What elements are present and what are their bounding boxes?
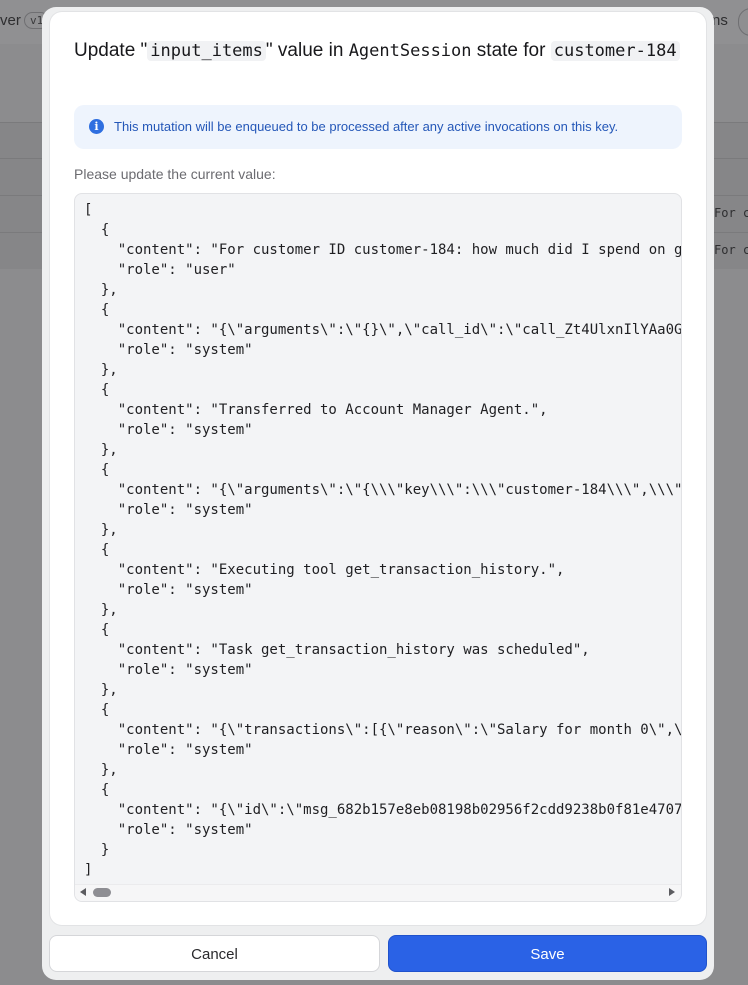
scrollbar-thumb[interactable]	[93, 888, 111, 897]
chevron-left-icon[interactable]	[80, 888, 86, 896]
title-suffix: state for	[476, 40, 546, 61]
info-message: This mutation will be enqueued to be pro…	[114, 119, 619, 134]
background-cell: For c	[714, 206, 748, 220]
background-app-name: ver	[0, 12, 21, 29]
key-name-chip: input_items	[147, 41, 266, 61]
field-label: Please update the current value:	[74, 166, 276, 182]
cancel-button[interactable]: Cancel	[49, 935, 380, 972]
avatar	[738, 8, 748, 36]
background-nav-text: ns	[712, 12, 728, 29]
info-circle-icon: i	[89, 119, 104, 134]
info-callout: i This mutation will be enqueued to be p…	[74, 105, 682, 149]
horizontal-scrollbar[interactable]	[75, 884, 681, 901]
entity-name: AgentSession	[348, 41, 472, 61]
title-prefix: Update "	[74, 40, 148, 61]
title-mid: " value in	[265, 40, 344, 61]
json-editor[interactable]: [ { "content": "For customer ID customer…	[74, 193, 682, 902]
background-cell: For c	[714, 243, 748, 257]
dialog-title: Update " input_items " value in AgentSessi…	[74, 38, 684, 64]
key-value-chip: customer-184	[550, 41, 680, 61]
save-button[interactable]: Save	[388, 935, 707, 972]
json-editor-text[interactable]: [ { "content": "For customer ID customer…	[84, 200, 681, 880]
chevron-right-icon[interactable]	[669, 888, 675, 896]
